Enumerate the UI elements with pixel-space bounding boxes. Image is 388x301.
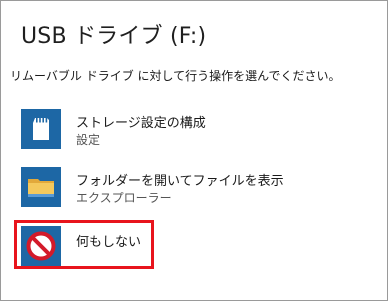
- folder-icon: [21, 167, 61, 207]
- dialog-instruction: リムーバブル ドライブ に対して行う操作を選んでください。: [10, 69, 341, 83]
- autoplay-dialog: USB ドライブ (F:) リムーバブル ドライブ に対して行う操作を選んでくだ…: [0, 0, 388, 301]
- option-sublabel: 設定: [76, 133, 101, 147]
- selection-highlight: [14, 220, 154, 269]
- option-configure-storage[interactable]: ストレージ設定の構成 設定: [21, 109, 371, 157]
- option-open-folder[interactable]: フォルダーを開いてファイルを表示 エクスプローラー: [21, 167, 371, 215]
- option-label: フォルダーを開いてファイルを表示: [76, 174, 284, 189]
- option-label: ストレージ設定の構成: [76, 116, 206, 131]
- dialog-title: USB ドライブ (F:): [21, 24, 207, 49]
- option-sublabel: エクスプローラー: [76, 191, 172, 205]
- sd-card-icon: [21, 109, 61, 149]
